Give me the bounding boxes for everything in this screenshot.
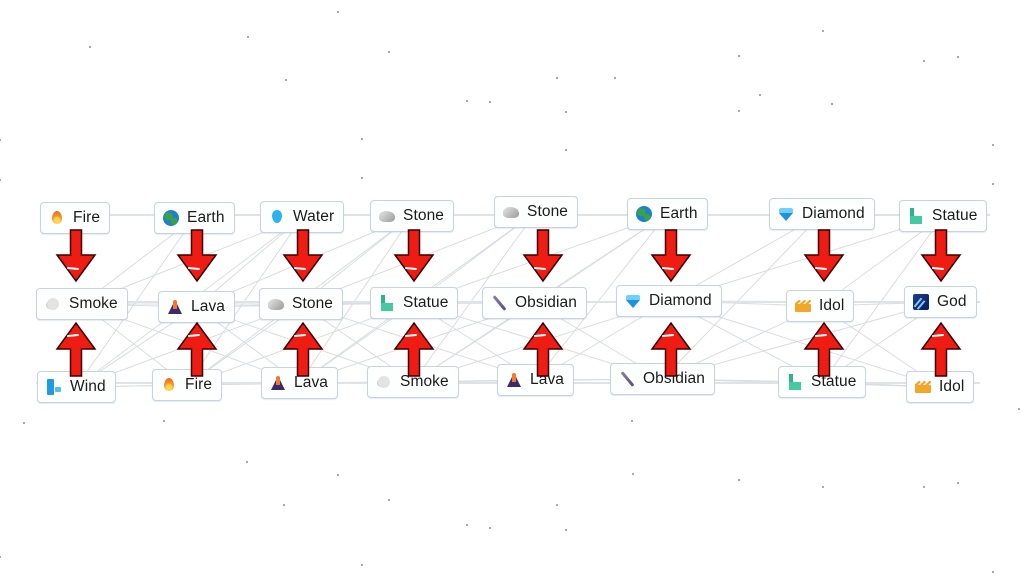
arrow-up-icon <box>282 321 324 377</box>
arrow-down-icon <box>522 229 564 283</box>
arrow-highlight <box>815 334 827 337</box>
arrow-highlight <box>67 334 79 337</box>
arrow-highlight <box>534 334 546 337</box>
arrow-down-icon <box>920 229 962 283</box>
arrow-highlight <box>405 334 417 337</box>
arrow-highlight <box>188 267 200 270</box>
arrow-down-icon <box>55 229 97 283</box>
arrow-highlight <box>662 334 674 337</box>
arrow-up-icon <box>176 321 218 377</box>
arrow-up-icon <box>393 321 435 377</box>
arrow-highlight <box>815 267 827 270</box>
arrow-highlight <box>294 334 306 337</box>
arrow-highlight <box>188 334 200 337</box>
arrow-up-icon <box>55 321 97 377</box>
arrow-highlight <box>405 267 417 270</box>
arrow-up-icon <box>803 321 845 377</box>
arrow-highlight <box>932 334 944 337</box>
arrow-highlight <box>534 267 546 270</box>
arrow-down-icon <box>650 229 692 283</box>
arrow-up-icon <box>522 321 564 377</box>
arrow-highlight <box>932 267 944 270</box>
arrow-layer <box>55 229 962 377</box>
craft-canvas[interactable]: Fire Smoke Wind Earth Lava Fire Water St… <box>0 0 1024 576</box>
arrow-down-icon <box>176 229 218 283</box>
arrow-highlight <box>662 267 674 270</box>
arrow-down-icon <box>282 229 324 283</box>
arrow-down-icon <box>803 229 845 283</box>
arrow-up-icon <box>650 321 692 377</box>
arrow-down-icon <box>393 229 435 283</box>
arrow-up-icon <box>920 321 962 377</box>
arrow-highlight <box>294 267 306 270</box>
arrow-highlight <box>67 267 79 270</box>
